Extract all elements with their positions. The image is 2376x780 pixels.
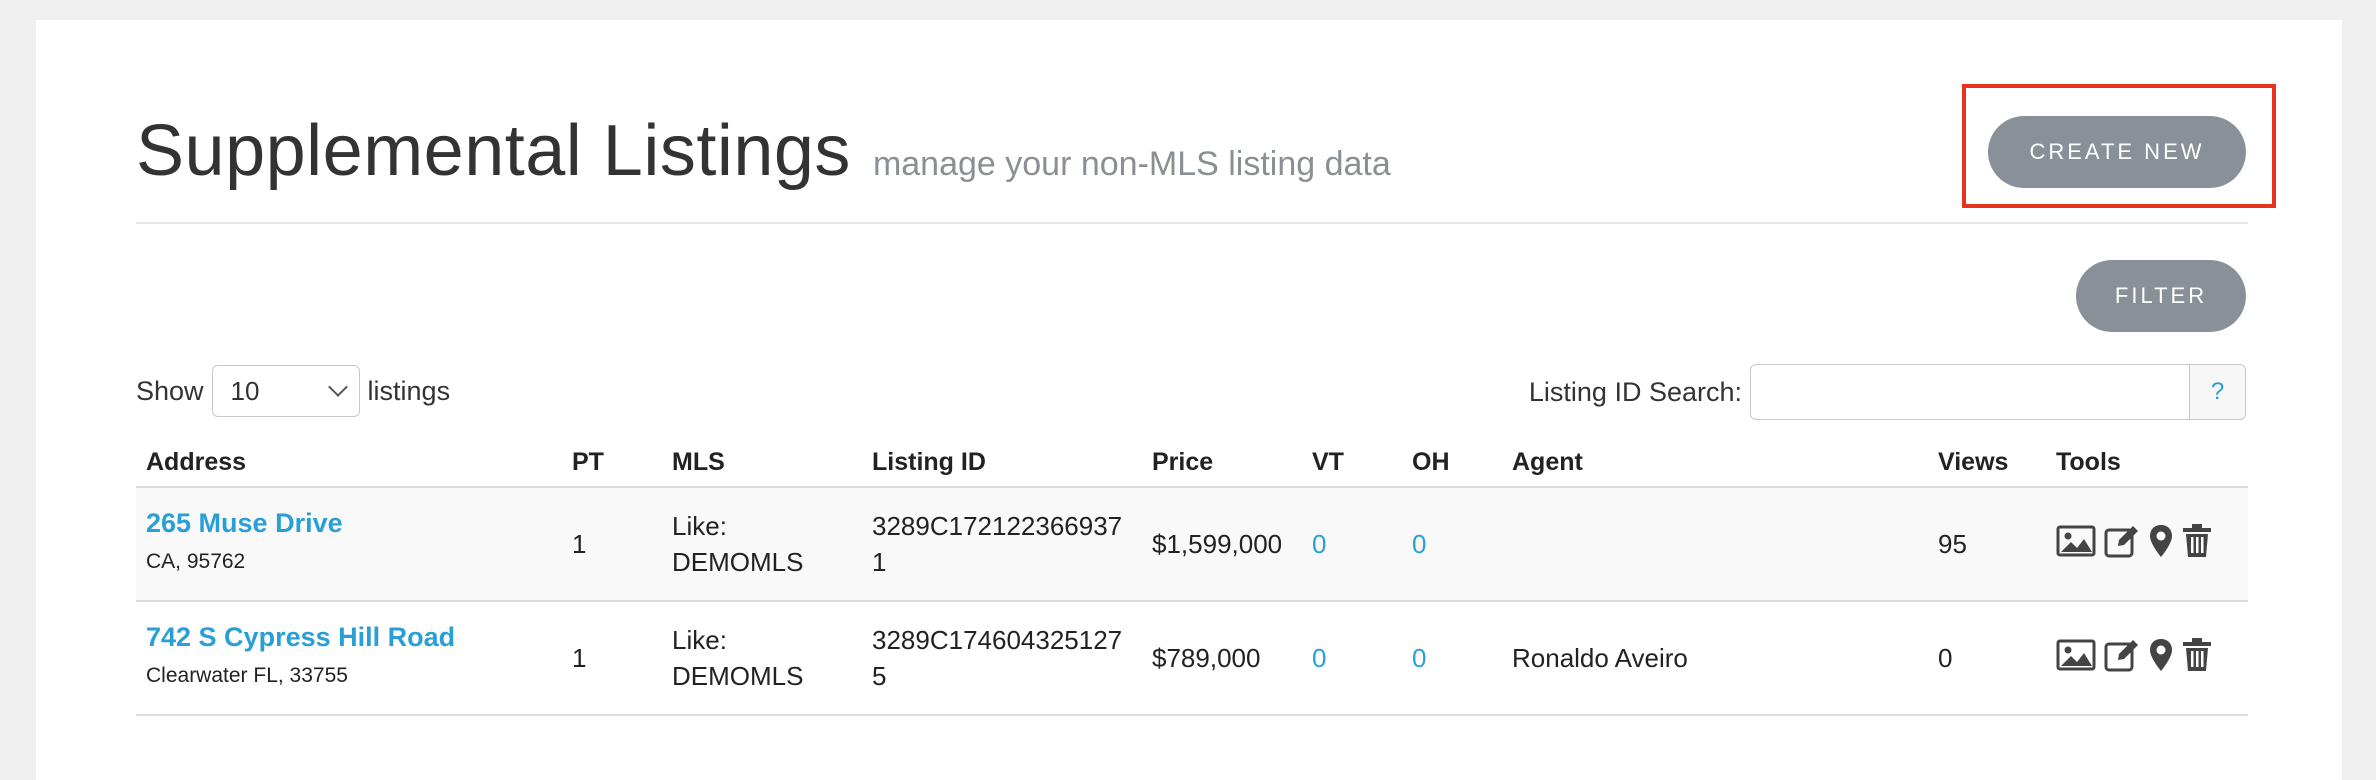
listing-id-line1: 3289C172122366937 <box>872 511 1123 541</box>
column-header-agent[interactable]: Agent <box>1512 448 1583 477</box>
listing-address-link[interactable]: 742 S Cypress Hill Road <box>146 622 455 653</box>
table-row: 265 Muse Drive CA, 95762 1 Like: DEMOMLS… <box>136 488 2248 602</box>
page-size-control: Show 10 listings <box>136 364 450 418</box>
column-header-address[interactable]: Address <box>146 448 246 477</box>
listing-pt: 1 <box>572 643 587 673</box>
column-header-mls[interactable]: MLS <box>672 448 725 477</box>
map-pin-icon[interactable] <box>2148 524 2174 558</box>
create-new-button[interactable]: CREATE NEW <box>1988 116 2246 188</box>
image-icon[interactable] <box>2056 525 2096 557</box>
column-header-pt[interactable]: PT <box>572 448 604 477</box>
listing-oh-link[interactable]: 0 <box>1412 640 1426 676</box>
table-row: 742 S Cypress Hill Road Clearwater FL, 3… <box>136 602 2248 716</box>
trash-icon[interactable] <box>2182 524 2212 558</box>
listing-id: 3289C172122366937 1 <box>872 508 1122 580</box>
page-heading: Supplemental Listings manage your non-ML… <box>136 110 1391 200</box>
listing-id-line2: 5 <box>872 661 887 691</box>
listing-address-sub: Clearwater FL, 33755 <box>146 664 348 687</box>
listing-mls-line2: DEMOMLS <box>672 547 804 577</box>
search-help-button[interactable]: ? <box>2190 364 2246 420</box>
page-size-value: 10 <box>230 375 260 406</box>
header-divider <box>136 222 2248 224</box>
chevron-down-icon <box>327 377 348 397</box>
listing-vt-link[interactable]: 0 <box>1312 640 1326 676</box>
listing-agent: Ronaldo Aveiro <box>1512 643 1688 673</box>
row-tools <box>2056 638 2212 672</box>
listing-mls-line2: DEMOMLS <box>672 661 804 691</box>
listing-address-link[interactable]: 265 Muse Drive <box>146 508 343 539</box>
page-subtitle: manage your non-MLS listing data <box>872 145 1391 183</box>
listing-views: 0 <box>1938 643 1953 673</box>
listing-vt-link[interactable]: 0 <box>1312 526 1326 562</box>
listing-oh-link[interactable]: 0 <box>1412 526 1426 562</box>
listing-views: 95 <box>1938 529 1967 559</box>
column-header-tools: Tools <box>2056 448 2121 476</box>
listing-address-sub: CA, 95762 <box>146 550 246 573</box>
listing-id-search-input[interactable] <box>1750 364 2190 420</box>
listings-table: Address PT MLS Listing ID Price VT OH Ag… <box>136 440 2248 716</box>
page-title: Supplemental Listings <box>136 111 851 191</box>
listing-id-search: Listing ID Search: ? <box>1529 364 2246 420</box>
filter-button[interactable]: FILTER <box>2076 260 2246 332</box>
trash-icon[interactable] <box>2182 638 2212 672</box>
column-header-views[interactable]: Views <box>1938 448 2008 477</box>
listing-id: 3289C174604325127 5 <box>872 622 1122 694</box>
row-tools <box>2056 524 2212 558</box>
listing-mls-line1: Like: <box>672 625 727 655</box>
listing-mls: Like: DEMOMLS <box>672 622 803 694</box>
listing-pt: 1 <box>572 529 587 559</box>
listing-price: $1,599,000 <box>1152 529 1283 559</box>
edit-icon[interactable] <box>2104 524 2140 558</box>
show-label: Show <box>136 375 204 406</box>
column-header-price[interactable]: Price <box>1152 448 1213 477</box>
table-header: Address PT MLS Listing ID Price VT OH Ag… <box>136 440 2248 488</box>
map-pin-icon[interactable] <box>2148 638 2174 672</box>
edit-icon[interactable] <box>2104 638 2140 672</box>
page-size-select[interactable]: 10 <box>211 365 360 417</box>
listing-id-line1: 3289C174604325127 <box>872 625 1123 655</box>
image-icon[interactable] <box>2056 639 2096 671</box>
column-header-listing-id[interactable]: Listing ID <box>872 448 986 477</box>
listing-price: $789,000 <box>1152 643 1261 673</box>
listing-mls: Like: DEMOMLS <box>672 508 803 580</box>
listings-label: listings <box>367 375 451 406</box>
search-label: Listing ID Search: <box>1528 376 1742 407</box>
listing-id-line2: 1 <box>872 547 887 577</box>
column-header-vt[interactable]: VT <box>1312 448 1344 477</box>
listing-mls-line1: Like: <box>672 511 727 541</box>
column-header-oh[interactable]: OH <box>1412 448 1450 477</box>
